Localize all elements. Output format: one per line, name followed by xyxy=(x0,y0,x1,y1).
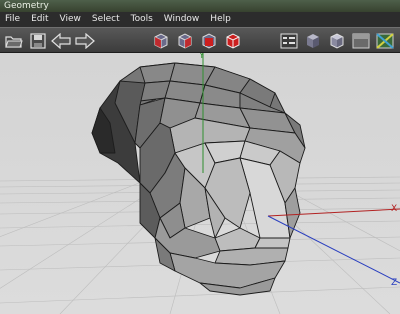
view-cube-red-front-icon[interactable] xyxy=(199,31,219,51)
smooth-cube-icon[interactable] xyxy=(327,31,347,51)
window-title: Geometry xyxy=(4,1,49,11)
scene-canvas[interactable] xyxy=(0,53,400,314)
open-folder-icon[interactable] xyxy=(4,31,24,51)
window-title-bar: Geometry xyxy=(0,0,400,12)
forward-arrow-icon[interactable] xyxy=(75,31,95,51)
menu-window[interactable]: Window xyxy=(159,12,206,27)
panel-icon[interactable] xyxy=(279,31,299,51)
back-arrow-icon[interactable] xyxy=(51,31,71,51)
menu-view[interactable]: View xyxy=(55,12,87,27)
y-axis-label: Y xyxy=(199,53,205,61)
view-cube-red-icon[interactable] xyxy=(175,31,195,51)
menu-tools[interactable]: Tools xyxy=(126,12,159,27)
menu-file[interactable]: File xyxy=(0,12,26,27)
shaded-cube-icon[interactable] xyxy=(303,31,323,51)
x-axis-label: X xyxy=(391,204,398,214)
toolbar xyxy=(0,27,400,53)
save-disk-icon[interactable] xyxy=(28,31,48,51)
head-mesh[interactable] xyxy=(91,62,306,296)
menu-help[interactable]: Help xyxy=(205,12,237,27)
view-cube-solid-red-icon[interactable] xyxy=(223,31,243,51)
color-map-icon[interactable] xyxy=(375,31,395,51)
view-cube-wire-icon[interactable] xyxy=(151,31,171,51)
menu-select[interactable]: Select xyxy=(87,12,126,27)
3d-viewport[interactable]: Y X Z xyxy=(0,53,400,314)
z-axis-label: Z xyxy=(391,278,398,288)
menu-bar: File Edit View Select Tools Window Help xyxy=(0,12,400,27)
flat-shade-icon[interactable] xyxy=(351,31,371,51)
menu-edit[interactable]: Edit xyxy=(26,12,54,27)
